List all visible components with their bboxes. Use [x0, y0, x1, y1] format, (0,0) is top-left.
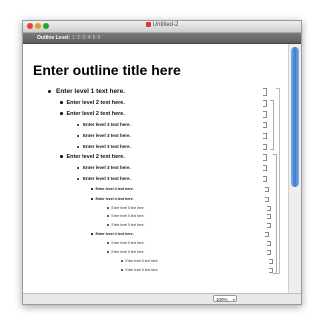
- app-window: Untitled-2 Outline Level: 1:2:3:4:5:6 En…: [22, 20, 302, 305]
- bullet-icon: [77, 145, 79, 148]
- chevron-down-icon: ▾: [232, 297, 235, 302]
- outline-row-text: Enter level 6 text here.: [125, 268, 159, 272]
- zoom-select[interactable]: 100% ▾: [213, 295, 237, 302]
- outline-row[interactable]: Enter level 6 text here.: [121, 259, 159, 263]
- outline-row-text: Enter level 5 text here.: [111, 241, 145, 245]
- collapse-handle[interactable]: [267, 250, 271, 255]
- bullet-icon: [60, 101, 63, 104]
- outline-row[interactable]: Enter level 3 text here.: [77, 165, 131, 170]
- outline-level-control: Outline Level: 1:2:3:4:5:6: [37, 35, 101, 41]
- bullet-icon: [77, 134, 79, 137]
- outline-row[interactable]: Enter level 3 text here.: [77, 144, 131, 149]
- bullet-icon: [107, 242, 109, 244]
- outline-row-text: Enter level 5 text here.: [111, 250, 145, 254]
- outline-title[interactable]: Enter outline title here: [33, 62, 181, 78]
- group-bracket: [276, 88, 280, 274]
- collapse-handle[interactable]: [267, 241, 271, 246]
- bullet-icon: [60, 112, 63, 115]
- vertical-scrollbar[interactable]: [288, 44, 301, 294]
- outline-row[interactable]: Enter level 5 text here.: [107, 214, 145, 218]
- window-title-text: Untitled-2: [152, 22, 179, 29]
- outline-row-text: Enter level 2 text here.: [66, 111, 125, 117]
- bullet-icon: [91, 233, 93, 235]
- window-title: Untitled-2: [23, 22, 301, 28]
- bullet-icon: [77, 177, 79, 180]
- outline-row-text: Enter level 3 text here.: [83, 176, 131, 181]
- zoom-value: 100%: [216, 297, 228, 302]
- collapse-handle[interactable]: [263, 133, 267, 139]
- outline-row[interactable]: Enter level 3 text here.: [77, 122, 131, 127]
- outline-row[interactable]: Enter level 5 text here.: [107, 250, 145, 254]
- outline-row-text: Enter level 4 text here.: [95, 187, 134, 191]
- outline-row-text: Enter level 5 text here.: [111, 223, 145, 227]
- collapse-handle[interactable]: [263, 100, 267, 107]
- bullet-icon: [107, 215, 109, 217]
- outline-row-text: Enter level 1 text here.: [56, 88, 126, 95]
- outline-row-text: Enter level 3 text here.: [83, 133, 131, 138]
- status-bar: 100% ▾: [23, 293, 301, 304]
- bullet-icon: [91, 198, 93, 200]
- outline-level-1-button[interactable]: 1: [71, 35, 75, 41]
- outline-row[interactable]: Enter level 2 text here.: [60, 100, 125, 106]
- collapse-handle[interactable]: [267, 223, 271, 228]
- bullet-icon: [107, 207, 109, 209]
- outline-level-3-button[interactable]: 3: [82, 35, 86, 41]
- outline-row-text: Enter level 5 text here.: [111, 214, 145, 218]
- outline-level-5-button[interactable]: 5: [92, 35, 96, 41]
- outline-row-text: Enter level 2 text here.: [66, 100, 125, 106]
- outline-row-text: Enter level 4 text here.: [95, 232, 134, 236]
- outline-row[interactable]: Enter level 5 text here.: [107, 241, 145, 245]
- bullet-icon: [107, 224, 109, 226]
- outline-row[interactable]: Enter level 5 text here.: [107, 223, 145, 227]
- toolbar: Outline Level: 1:2:3:4:5:6: [23, 33, 301, 44]
- bullet-icon: [121, 260, 123, 262]
- collapse-handle[interactable]: [265, 232, 269, 237]
- outline-row-text: Enter level 6 text here.: [125, 259, 159, 263]
- collapse-handle[interactable]: [263, 144, 267, 150]
- bullet-icon: [107, 251, 109, 253]
- collapse-handle[interactable]: [263, 176, 267, 182]
- outline-level-6-button[interactable]: 6: [97, 35, 101, 41]
- outline-row[interactable]: Enter level 2 text here.: [60, 154, 125, 160]
- collapse-handle[interactable]: [267, 206, 271, 211]
- outline-row-text: Enter level 2 text here.: [66, 154, 125, 160]
- collapse-handle[interactable]: [267, 214, 271, 219]
- collapse-handle[interactable]: [263, 122, 267, 128]
- outline-row[interactable]: Enter level 3 text here.: [77, 176, 131, 181]
- bullet-icon: [77, 123, 79, 126]
- outline-level-label: Outline Level:: [37, 35, 71, 41]
- outline-row[interactable]: Enter level 4 text here.: [91, 232, 134, 236]
- outline-level-4-button[interactable]: 4: [87, 35, 91, 41]
- bullet-icon: [91, 188, 93, 190]
- outline-document[interactable]: Enter outline title here Enter level 1 t…: [23, 44, 289, 294]
- outline-row[interactable]: Enter level 5 text here.: [107, 206, 145, 210]
- outline-row-text: Enter level 4 text here.: [95, 197, 134, 201]
- bullet-icon: [60, 155, 63, 158]
- collapse-handle[interactable]: [263, 88, 267, 96]
- collapse-handle[interactable]: [263, 111, 267, 118]
- outline-row-text: Enter level 3 text here.: [83, 122, 131, 127]
- document-icon: [145, 22, 151, 27]
- bullet-icon: [121, 269, 123, 271]
- outline-level-2-button[interactable]: 2: [77, 35, 81, 41]
- bullet-icon: [48, 89, 51, 93]
- collapse-handle[interactable]: [263, 165, 267, 171]
- outline-row-text: Enter level 3 text here.: [83, 144, 131, 149]
- group-bracket: [270, 100, 274, 150]
- outline-row-text: Enter level 3 text here.: [83, 165, 131, 170]
- collapse-handle[interactable]: [263, 154, 267, 161]
- outline-row[interactable]: Enter level 3 text here.: [77, 133, 131, 138]
- outline-row[interactable]: Enter level 2 text here.: [60, 111, 125, 117]
- bullet-icon: [77, 166, 79, 169]
- scroll-thumb[interactable]: [291, 47, 299, 187]
- outline-row[interactable]: Enter level 1 text here.: [48, 88, 125, 95]
- outline-row-text: Enter level 5 text here.: [111, 206, 145, 210]
- title-bar[interactable]: Untitled-2: [23, 21, 301, 33]
- collapse-handle[interactable]: [265, 187, 269, 192]
- collapse-handle[interactable]: [265, 197, 269, 202]
- outline-row[interactable]: Enter level 4 text here.: [91, 187, 134, 191]
- outline-row[interactable]: Enter level 4 text here.: [91, 197, 134, 201]
- outline-row[interactable]: Enter level 6 text here.: [121, 268, 159, 272]
